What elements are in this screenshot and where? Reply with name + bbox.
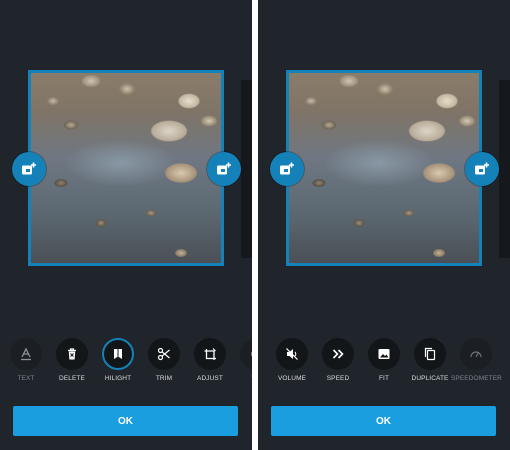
clip-frame[interactable]	[28, 70, 224, 266]
add-clip-icon	[474, 161, 490, 177]
add-clip-icon	[21, 161, 37, 177]
tool-trim[interactable]: TRIM	[139, 338, 189, 382]
clip-tools-toolbar: VOLUME SPEED FIT DUPLICATE SPEEDOMETER	[258, 338, 510, 388]
add-clip-after-button[interactable]	[207, 152, 241, 186]
hilight-icon	[111, 347, 125, 361]
tool-delete[interactable]: DELETE	[47, 338, 97, 382]
next-clip-edge	[241, 80, 252, 258]
speedometer-icon	[469, 347, 483, 361]
tool-hilight[interactable]: HILIGHT	[93, 338, 143, 382]
tool-volume-partial[interactable]: VO	[231, 338, 252, 382]
delete-icon	[65, 347, 79, 361]
trim-icon	[157, 347, 171, 361]
clip-tools-toolbar: TEXT DELETE HILIGHT TRIM ADJUST	[0, 338, 252, 388]
add-clip-after-button[interactable]	[465, 152, 499, 186]
add-clip-icon	[279, 161, 295, 177]
tool-duplicate[interactable]: DUPLICATE	[405, 338, 455, 382]
speed-icon	[331, 347, 345, 361]
add-clip-icon	[216, 161, 232, 177]
tool-fit[interactable]: FIT	[359, 338, 409, 382]
ok-button[interactable]: OK	[271, 406, 496, 436]
add-clip-before-button[interactable]	[270, 152, 304, 186]
editor-panel-right: VOLUME SPEED FIT DUPLICATE SPEEDOMETER O…	[258, 0, 510, 450]
tool-speed[interactable]: SPEED	[313, 338, 363, 382]
fit-icon	[377, 347, 391, 361]
tool-adjust[interactable]: ADJUST	[185, 338, 235, 382]
clip-frame[interactable]	[286, 70, 482, 266]
tool-volume[interactable]: VOLUME	[267, 338, 317, 382]
volume-icon	[249, 347, 252, 361]
volume-mute-icon	[285, 347, 299, 361]
tool-speedometer[interactable]: SPEEDOMETER	[451, 338, 502, 382]
add-clip-before-button[interactable]	[12, 152, 46, 186]
clip-thumbnail-image	[289, 73, 479, 263]
adjust-icon	[203, 347, 218, 362]
text-icon	[19, 347, 33, 361]
clip-thumbnail-image	[31, 73, 221, 263]
ok-button[interactable]: OK	[13, 406, 238, 436]
next-clip-edge	[499, 80, 510, 258]
editor-panel-left: TEXT DELETE HILIGHT TRIM ADJUST OK	[0, 0, 252, 450]
tool-text[interactable]: TEXT	[1, 338, 51, 382]
duplicate-icon	[423, 347, 437, 361]
